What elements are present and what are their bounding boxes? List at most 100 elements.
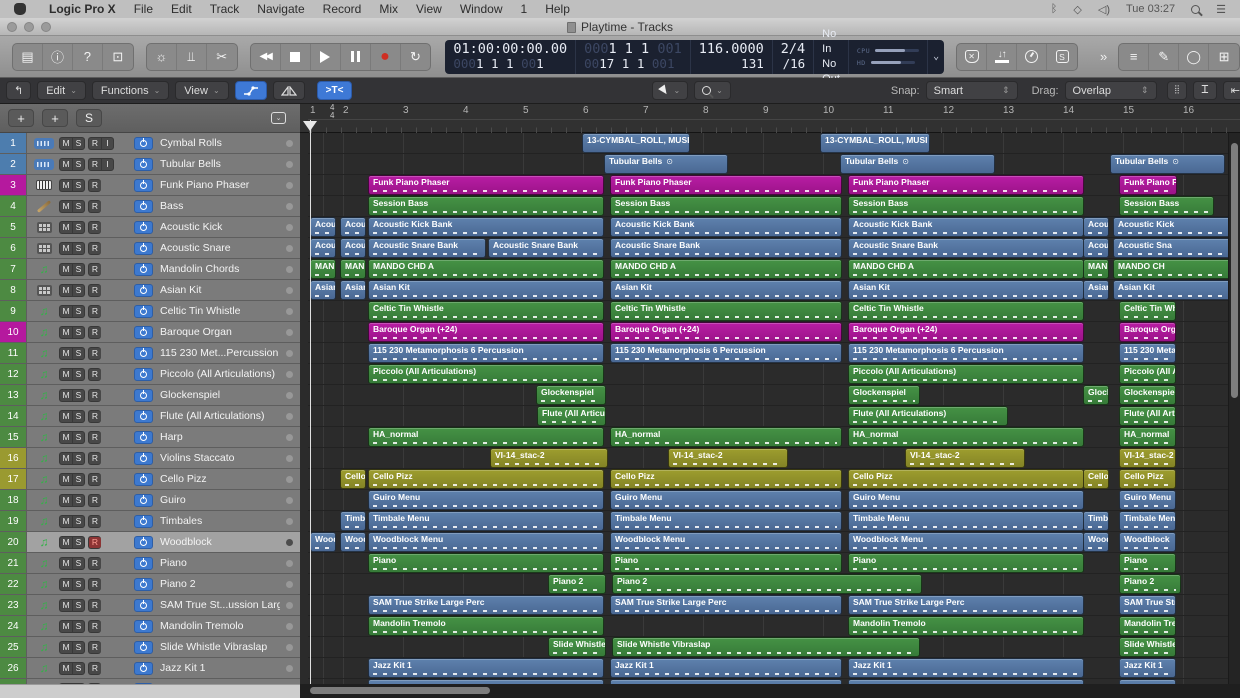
mute-button[interactable]: M (59, 326, 72, 339)
track-header-20[interactable]: 20♫MSRWoodblock (0, 532, 300, 553)
region[interactable]: Asian Kit (1113, 280, 1240, 300)
region[interactable]: Piano (368, 553, 604, 573)
crossfade-tool-button[interactable] (273, 81, 305, 100)
region[interactable]: Timbale Menu (610, 511, 842, 531)
region[interactable]: 115 230 Metamorphosis 6 Percussion (368, 343, 604, 363)
record-arm-button[interactable]: R (88, 284, 101, 297)
mixer-button[interactable]: ⫫ (177, 44, 207, 70)
record-arm-button[interactable]: R (88, 431, 101, 444)
mute-button[interactable]: M (59, 347, 72, 360)
region[interactable]: Woodblock (1119, 532, 1176, 552)
region[interactable]: Glockenspiel (848, 385, 920, 405)
region[interactable]: Guiro Menu (368, 490, 604, 510)
mute-button[interactable]: M (59, 473, 72, 486)
region[interactable]: Celtic Tin Whistle (368, 301, 604, 321)
region[interactable]: Funk Piano P (1119, 175, 1177, 195)
lcd-display[interactable]: 01:00:00:00.00 0001 1 1 001 0001 1 1 001… (445, 40, 944, 74)
region[interactable]: HA_normal (848, 427, 1084, 447)
track-power-button[interactable] (134, 557, 153, 570)
mute-button[interactable]: M (59, 578, 72, 591)
region[interactable]: Piano (610, 553, 842, 573)
track-header-24[interactable]: 24♫MSRMandolin Tremolo (0, 616, 300, 637)
record-arm-button[interactable]: R (88, 158, 101, 171)
record-arm-button[interactable]: R (88, 368, 101, 381)
quick-help-button[interactable]: ? (73, 44, 103, 70)
region[interactable]: Jazz Kit 1 (1119, 658, 1176, 678)
menu-item-track[interactable]: Track (201, 2, 249, 16)
track-header-16[interactable]: 16♫MSRViolins Staccato (0, 448, 300, 469)
lcd-io-monitor[interactable]: No In No Out (814, 40, 849, 74)
region[interactable]: Cello Pizz (848, 469, 1084, 489)
flex-button[interactable]: >T< (317, 81, 353, 100)
varispeed-button[interactable] (1017, 44, 1047, 70)
region[interactable]: MANDO CHD A (848, 259, 1084, 279)
region[interactable]: Wood (310, 532, 336, 552)
track-header-15[interactable]: 15♫MSRHarp (0, 427, 300, 448)
region[interactable]: Acoustic Sna (1113, 238, 1240, 258)
region[interactable]: 13-CYMBAL_ROLL, MUSI (582, 133, 690, 153)
track-header-12[interactable]: 12♫MSRPiccolo (All Articulations) (0, 364, 300, 385)
region[interactable]: Piano 2 (548, 574, 606, 594)
solo-button[interactable]: S (72, 452, 85, 465)
solo-button[interactable]: S (72, 179, 85, 192)
menu-item-record[interactable]: Record (314, 2, 371, 16)
play-button[interactable] (311, 44, 341, 70)
region[interactable]: Baroque Organ (+24) (368, 322, 604, 342)
menu-item-1[interactable]: 1 (512, 2, 537, 16)
track-power-button[interactable] (134, 494, 153, 507)
solo-button[interactable]: S (72, 599, 85, 612)
track-header-9[interactable]: 9♫MSRCeltic Tin Whistle (0, 301, 300, 322)
mute-button[interactable]: M (59, 662, 72, 675)
region[interactable]: Cello Pizz (610, 469, 842, 489)
region[interactable]: Acou (340, 238, 366, 258)
region[interactable]: Celtic Tin Wh (1119, 301, 1176, 321)
record-arm-button[interactable]: R (88, 641, 101, 654)
track-header-6[interactable]: 6MSRAcoustic Snare (0, 238, 300, 259)
region[interactable]: Timbale Men (1119, 511, 1176, 531)
region[interactable]: Asian Kit (848, 280, 1084, 300)
region[interactable]: Glockenspiel (1119, 385, 1176, 405)
menu-item-file[interactable]: File (125, 2, 162, 16)
track-power-button[interactable] (134, 158, 153, 171)
track-header-21[interactable]: 21♫MSRPiano (0, 553, 300, 574)
track-power-button[interactable] (134, 452, 153, 465)
region[interactable]: Slide Whistle (1119, 637, 1176, 657)
region[interactable]: Cello (340, 469, 366, 489)
track-header-14[interactable]: 14♫MSRFlute (All Articulations) (0, 406, 300, 427)
track-header-18[interactable]: 18♫MSRGuiro (0, 490, 300, 511)
track-power-button[interactable] (134, 200, 153, 213)
horizontal-fit-button[interactable]: ⇤⇥ (1223, 81, 1240, 100)
region[interactable]: Asian (1083, 280, 1109, 300)
region[interactable]: Session Bass (848, 196, 1084, 216)
low-latency-button[interactable]: ✕ (957, 44, 987, 70)
horizontal-scrollbar-thumb[interactable] (310, 687, 490, 694)
track-power-button[interactable] (134, 599, 153, 612)
input-monitor-button[interactable]: I (101, 158, 114, 171)
record-arm-button[interactable]: R (88, 494, 101, 507)
region[interactable]: Acoustic Kick Bank (610, 217, 842, 237)
track-power-button[interactable] (134, 620, 153, 633)
region[interactable]: Acoustic Kick Bank (368, 217, 604, 237)
window-title-bar[interactable]: Playtime - Tracks (0, 18, 1240, 36)
region[interactable]: Acoustic Snare Bank (368, 238, 486, 258)
solo-button[interactable]: S (72, 494, 85, 507)
cycle-button[interactable]: ↻ (401, 44, 431, 70)
track-header-25[interactable]: 25♫MSRSlide Whistle Vibraslap (0, 637, 300, 658)
record-arm-button[interactable]: R (88, 221, 101, 234)
region[interactable]: Funk Piano Phaser (848, 175, 1084, 195)
track-header-8[interactable]: 8MSRAsian Kit (0, 280, 300, 301)
region[interactable]: 115 230 Meta (1119, 343, 1176, 363)
solo-button[interactable]: S (72, 137, 85, 150)
region[interactable]: VI-14_stac-2 (905, 448, 1025, 468)
track-power-button[interactable] (134, 431, 153, 444)
lcd-locators[interactable]: 0001 1 1 001 0017 1 1 001 (576, 40, 691, 74)
region[interactable]: MANDO CHD A (610, 259, 842, 279)
record-arm-button[interactable]: R (88, 410, 101, 423)
record-arm-button[interactable]: R (88, 473, 101, 486)
editors-button[interactable]: ✂ (207, 44, 237, 70)
snap-select[interactable]: Smart⇕ (926, 81, 1018, 100)
record-arm-button[interactable]: R (88, 578, 101, 591)
region[interactable]: Acou (340, 217, 366, 237)
region[interactable]: Celtic Tin Whistle (610, 301, 842, 321)
pause-button[interactable] (341, 44, 371, 70)
